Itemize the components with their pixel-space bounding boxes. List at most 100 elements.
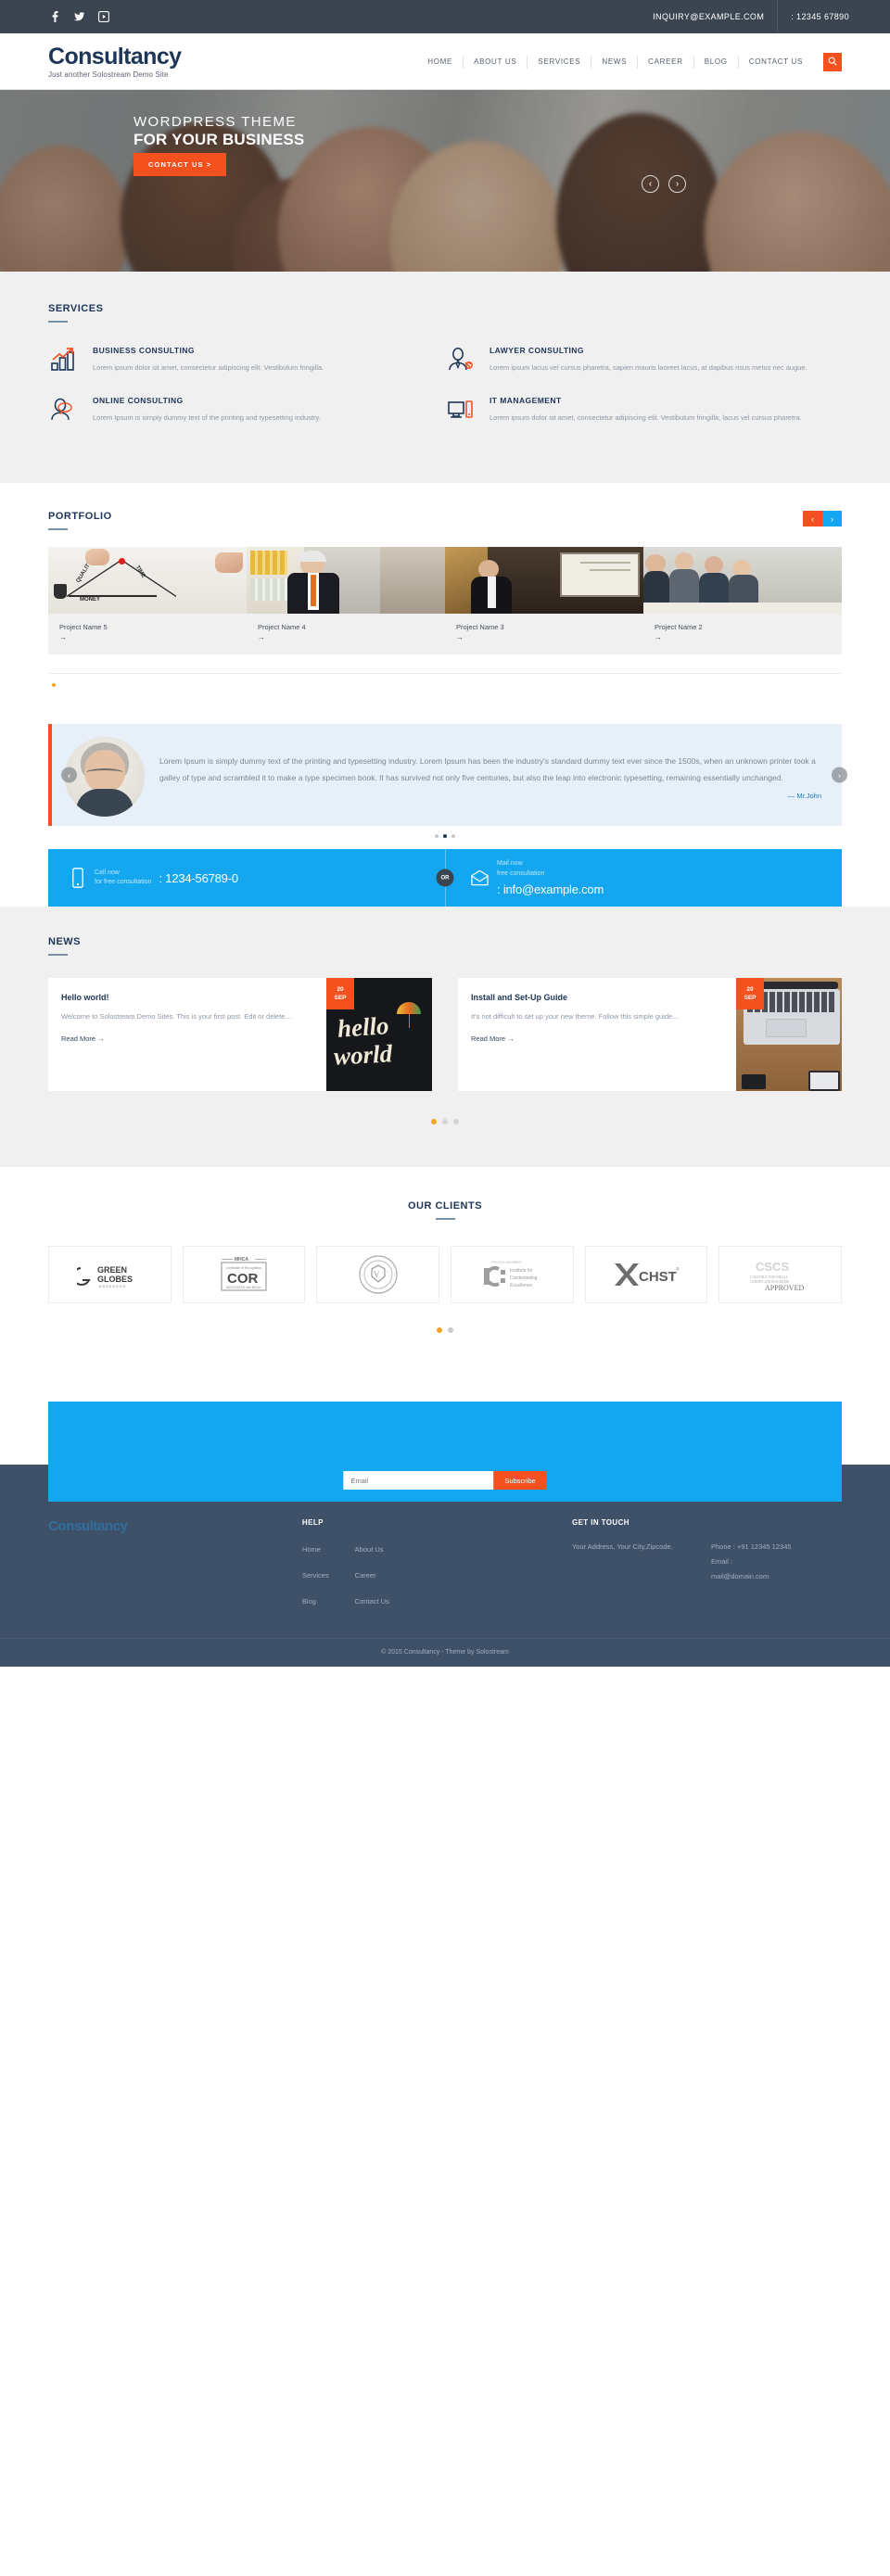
footer-link-about-us[interactable]: About Us xyxy=(355,1545,384,1554)
contact-email[interactable]: : info@example.com xyxy=(497,882,604,896)
hero-slider: WORDPRESS THEME FOR YOUR BUSINESS CONTAC… xyxy=(0,90,890,272)
site-header: Consultancy Just another Solostream Demo… xyxy=(0,33,890,90)
service-item-it-management[interactable]: IT MANAGEMENT Lorem ipsum dolor sit amet… xyxy=(445,396,842,424)
client-logo-seal-emblem[interactable]: V xyxy=(316,1246,440,1304)
list-item: Blog xyxy=(302,1592,329,1608)
portfolio-item-name[interactable]: Project Name 3 xyxy=(456,623,632,631)
portfolio-thumbnail-quality-time-money[interactable]: MONEY QUALITY TIME xyxy=(48,547,247,615)
client-logos: GREEN GLOBES ASSESSOR MHCA Certificate o… xyxy=(48,1246,843,1304)
topbar-phone[interactable]: : 12345 67890 xyxy=(777,0,862,33)
service-item-lawyer-consulting[interactable]: LAWYER CONSULTING Lorem ipsum lacus vel … xyxy=(445,346,842,374)
service-item-business-consulting[interactable]: BUSINESS CONSULTING Lorem ipsum dolor si… xyxy=(48,346,445,374)
news-read-more-link[interactable]: Read More → xyxy=(61,1034,105,1043)
testimonial-prev-button[interactable]: ‹ xyxy=(61,767,77,783)
news-thumbnail-laptop-desk[interactable]: 20 SEP xyxy=(736,978,842,1092)
search-icon xyxy=(828,55,837,69)
facebook-icon[interactable] xyxy=(48,10,62,24)
portfolio-next-button[interactable]: › xyxy=(822,511,842,527)
brand[interactable]: Consultancy Just another Solostream Demo… xyxy=(48,44,182,80)
client-logo-institute-credentialing-excellence[interactable]: PROUD MEMBER Institute for Credentialing… xyxy=(451,1246,574,1304)
portfolio-title: PORTFOLIO xyxy=(48,511,112,523)
list-item: Services xyxy=(302,1566,329,1582)
news-dot[interactable] xyxy=(453,1119,459,1125)
footer-logo[interactable]: Consultancy xyxy=(48,1518,302,1534)
portfolio-item-name[interactable]: Project Name 5 xyxy=(59,623,235,631)
portfolio-thumbnail-presenter-whiteboard[interactable] xyxy=(445,547,643,615)
service-title: LAWYER CONSULTING xyxy=(490,346,584,355)
footer-link-home[interactable]: Home xyxy=(302,1545,321,1554)
footer-link-contact-us[interactable]: Contact Us xyxy=(355,1597,389,1605)
nav-item-services[interactable]: SERVICES xyxy=(527,55,591,69)
portfolio-item-name[interactable]: Project Name 4 xyxy=(258,623,434,631)
hero-headline-line1: WORDPRESS THEME xyxy=(134,114,297,130)
newsletter-subscribe-button[interactable]: Subscribe xyxy=(493,1471,547,1491)
news-post-title[interactable]: Install and Set-Up Guide xyxy=(471,993,723,1002)
svg-text:PROUD MEMBER: PROUD MEMBER xyxy=(491,1260,522,1264)
footer-brand: Consultancy xyxy=(48,1518,302,1618)
news-card[interactable]: Hello world! Welcome to Solostream Demo … xyxy=(48,978,432,1092)
footer-help-list-2: About Us Career Contact Us xyxy=(355,1540,389,1618)
clients-pagination-dots xyxy=(48,1327,842,1334)
news-post-title[interactable]: Hello world! xyxy=(61,993,313,1002)
news-dot-active[interactable] xyxy=(431,1119,437,1125)
svg-text:GREEN: GREEN xyxy=(97,1265,127,1275)
footer-link-services[interactable]: Services xyxy=(302,1571,329,1580)
nav-item-home[interactable]: HOME xyxy=(417,56,463,69)
portfolio-item[interactable]: MONEY QUALITY TIME Project Name 5 → xyxy=(48,547,247,654)
site-logo[interactable]: Consultancy xyxy=(48,44,182,70)
clients-dot-active[interactable] xyxy=(437,1327,442,1334)
portfolio-item[interactable]: Project Name 4 → xyxy=(247,547,445,654)
mail-label-line1: Mail now xyxy=(497,860,523,868)
portfolio-thumbnail-team-meeting[interactable] xyxy=(643,547,842,615)
testimonial-next-button[interactable]: › xyxy=(832,767,847,783)
testimonial-dot[interactable] xyxy=(435,834,439,839)
portfolio-item[interactable]: Project Name 2 → xyxy=(643,547,842,654)
hero-contact-us-button[interactable]: CONTACT US > xyxy=(134,153,227,176)
portfolio-item-arrow-icon[interactable]: → xyxy=(456,633,632,641)
svg-text:CONSTRUCTION SKILLS: CONSTRUCTION SKILLS xyxy=(750,1275,788,1279)
news-card[interactable]: Install and Set-Up Guide It's not diffic… xyxy=(458,978,842,1092)
nav-item-career[interactable]: CAREER xyxy=(637,55,693,69)
footer-email[interactable]: mail@domain.com xyxy=(711,1569,792,1584)
nav-item-about-us[interactable]: ABOUT US xyxy=(463,55,527,69)
clients-dot[interactable] xyxy=(448,1327,453,1334)
client-logo-chst[interactable]: CHST ® xyxy=(584,1246,708,1304)
client-logo-cor-mhca[interactable]: MHCA Certificate of Recognition COR ASSO… xyxy=(182,1246,306,1304)
newsletter-email-input[interactable] xyxy=(343,1471,494,1491)
portfolio-item-arrow-icon[interactable]: → xyxy=(59,633,235,641)
topbar-email[interactable]: INQUIRY@EXAMPLE.COM xyxy=(640,0,777,33)
newsletter-band: Subscribe xyxy=(48,1402,842,1503)
search-button[interactable] xyxy=(823,52,842,71)
twitter-icon[interactable] xyxy=(72,10,86,24)
hero-slider-controls: ‹ › xyxy=(642,175,686,193)
portfolio-item[interactable]: Project Name 3 → xyxy=(445,547,643,654)
footer-link-blog[interactable]: Blog xyxy=(302,1597,316,1605)
main-navigation: HOME ABOUT US SERVICES NEWS CAREER BLOG … xyxy=(417,52,842,71)
hero-next-button[interactable]: › xyxy=(668,175,686,193)
portfolio-thumbnail-businessman-office[interactable] xyxy=(247,547,445,615)
newsletter-form: Subscribe xyxy=(343,1471,547,1491)
news-thumbnail-hello-world[interactable]: hello world 20 SEP xyxy=(326,978,432,1092)
client-logo-green-globes[interactable]: GREEN GLOBES ASSESSOR xyxy=(48,1246,172,1304)
contact-phone-number[interactable]: : 1234-56789-0 xyxy=(159,871,238,885)
footer-address: Your Address, Your City,Zipcode. xyxy=(571,1542,673,1552)
service-item-online-consulting[interactable]: ONLINE CONSULTING Lorem Ipsum is simply … xyxy=(48,396,445,424)
testimonial-dot-active[interactable] xyxy=(443,834,447,839)
nav-item-blog[interactable]: BLOG xyxy=(693,55,738,69)
video-play-icon[interactable] xyxy=(96,10,110,24)
portfolio-item-arrow-icon[interactable]: → xyxy=(655,633,831,641)
testimonial-dot[interactable] xyxy=(451,834,455,839)
nav-item-news[interactable]: NEWS xyxy=(591,55,637,69)
decorative-dot xyxy=(52,683,56,688)
news-date-badge: 20 SEP xyxy=(326,978,354,1010)
news-read-more-link[interactable]: Read More → xyxy=(471,1034,515,1043)
client-logo-cscs-approved[interactable]: CSCS CONSTRUCTION SKILLS CERTIFICATION S… xyxy=(718,1246,843,1304)
footer-phone: Phone : +91 12345 12345 xyxy=(711,1542,792,1552)
portfolio-item-name[interactable]: Project Name 2 xyxy=(655,623,831,631)
hero-prev-button[interactable]: ‹ xyxy=(642,175,659,193)
footer-link-career[interactable]: Career xyxy=(355,1571,376,1580)
portfolio-prev-button[interactable]: ‹ xyxy=(803,511,822,527)
nav-item-contact-us[interactable]: CONTACT US xyxy=(737,55,813,69)
news-dot[interactable] xyxy=(442,1119,448,1125)
portfolio-item-arrow-icon[interactable]: → xyxy=(258,633,434,641)
